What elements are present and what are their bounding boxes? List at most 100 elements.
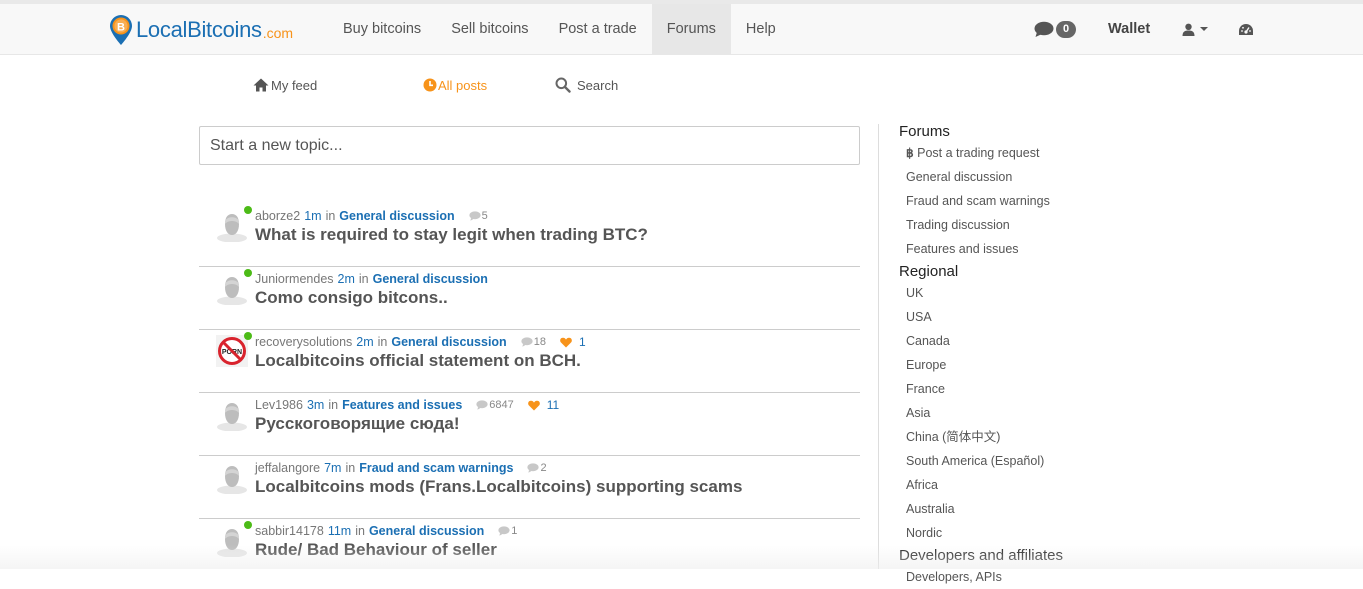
like-count-value: 11: [546, 398, 560, 412]
topic-author[interactable]: jeffalangore: [255, 461, 320, 475]
top-navbar: B LocalBitcoins .com Buy bitcoins Sell b…: [0, 4, 1363, 55]
avatar[interactable]: [216, 523, 248, 558]
sidebar-divider: [878, 124, 879, 569]
topic-author[interactable]: Juniormendes: [255, 272, 334, 286]
home-icon: [253, 78, 269, 92]
comment-icon: [476, 400, 488, 410]
brand-logo[interactable]: B LocalBitcoins .com: [108, 14, 293, 46]
comment-count-value: 2: [540, 462, 547, 474]
topic-time[interactable]: 3m: [307, 398, 324, 412]
topic-title[interactable]: Rude/ Bad Behaviour of seller: [255, 540, 497, 560]
sidebar-item-china[interactable]: China (简体中文): [899, 425, 1063, 449]
default-avatar-icon: [217, 403, 247, 432]
like-count[interactable]: 11: [527, 398, 560, 412]
dashboard-button[interactable]: [1238, 4, 1254, 54]
topic-title[interactable]: Русскоговорящие сюда!: [255, 414, 460, 434]
dashboard-icon: [1239, 23, 1253, 35]
topic-author[interactable]: recoverysolutions: [255, 335, 352, 349]
comment-icon: [498, 526, 510, 536]
avatar[interactable]: [216, 397, 248, 432]
tab-search[interactable]: Search: [555, 74, 618, 96]
topic-category[interactable]: General discussion: [391, 335, 506, 349]
sidebar-item-africa[interactable]: Africa: [899, 473, 1063, 497]
comment-count: 1: [498, 525, 517, 537]
topic-meta: sabbir14178 11m in General discussion 1: [255, 524, 517, 538]
default-avatar-icon: [217, 214, 247, 243]
tab-my-feed[interactable]: My feed: [253, 74, 317, 96]
chat-button[interactable]: 0: [1034, 4, 1076, 54]
sidebar-item-europe[interactable]: Europe: [899, 353, 1063, 377]
avatar[interactable]: [216, 271, 248, 306]
topic-time[interactable]: 11m: [328, 524, 351, 538]
topic-author[interactable]: Lev1986: [255, 398, 303, 412]
topic-row[interactable]: Juniormendes 2m in General discussion Como c…: [199, 266, 860, 329]
online-indicator: [244, 269, 252, 277]
nav-buy-bitcoins[interactable]: Buy bitcoins: [328, 4, 436, 54]
like-count[interactable]: 1: [560, 335, 586, 349]
topic-row[interactable]: Lev1986 3m in Features and issues 6847 11 Русс…: [199, 392, 860, 455]
heart-icon: [527, 400, 540, 410]
topic-author[interactable]: sabbir14178: [255, 524, 324, 538]
nav-post-a-trade[interactable]: Post a trade: [544, 4, 652, 54]
brand-suffix: .com: [262, 24, 294, 41]
new-topic-input[interactable]: [199, 126, 860, 165]
comment-count: 2: [527, 462, 547, 474]
topic-time[interactable]: 2m: [356, 335, 373, 349]
wallet-link[interactable]: Wallet: [1108, 4, 1150, 54]
sidebar-item-asia[interactable]: Asia: [899, 401, 1063, 425]
sidebar-item-general-discussion[interactable]: General discussion: [899, 165, 1063, 189]
topic-category[interactable]: General discussion: [369, 524, 484, 538]
comment-count-value: 18: [533, 336, 546, 348]
comment-count-value: 6847: [489, 399, 514, 411]
nav-help[interactable]: Help: [731, 4, 791, 54]
sidebar-item-australia[interactable]: Australia: [899, 497, 1063, 521]
topic-category[interactable]: General discussion: [339, 209, 454, 223]
caret-down-icon: [1200, 27, 1208, 31]
sidebar-item-label: Post a trading request: [917, 146, 1040, 160]
sidebar-item-post-a-trading-request[interactable]: ฿ Post a trading request: [899, 141, 1063, 165]
topic-in-label: in: [325, 209, 336, 223]
brand-name: LocalBitcoins: [136, 17, 262, 42]
topic-row[interactable]: jeffalangore 7m in Fraud and scam warnings 2…: [199, 455, 860, 518]
avatar[interactable]: [216, 208, 248, 243]
nav-forums[interactable]: Forums: [651, 4, 731, 54]
topic-in-label: in: [355, 524, 365, 538]
sidebar-item-nordic[interactable]: Nordic: [899, 521, 1063, 545]
topic-row[interactable]: PORN recoverysolutions 2m inGeneral discuss…: [199, 329, 860, 392]
sidebar-item-trading-discussion[interactable]: Trading discussion: [899, 213, 1063, 237]
sidebar-item-usa[interactable]: USA: [899, 305, 1063, 329]
nav-sell-bitcoins[interactable]: Sell bitcoins: [436, 4, 543, 54]
sidebar-item-south-america[interactable]: South America (Español): [899, 449, 1063, 473]
sidebar-item-fraud-and-scam-warnings[interactable]: Fraud and scam warnings: [899, 189, 1063, 213]
default-avatar-icon: [217, 277, 247, 306]
topic-category[interactable]: Fraud and scam warnings: [359, 461, 513, 475]
topic-title[interactable]: Como consigo bitcons..: [255, 288, 448, 308]
tab-my-feed-label: My feed: [271, 77, 318, 93]
bitcoin-pin-icon: B: [110, 15, 132, 45]
topic-title[interactable]: Localbitcoins official statement on BCH.: [255, 351, 581, 371]
topic-row[interactable]: aborze2 1m in General discussion 5 What is re…: [199, 203, 860, 266]
clock-icon: [423, 78, 437, 92]
avatar-no-porn-icon: PORN: [216, 335, 248, 367]
sidebar-item-uk[interactable]: UK: [899, 281, 1063, 305]
topic-title[interactable]: What is required to stay legit when trad…: [255, 225, 648, 245]
topic-meta: Lev1986 3m in Features and issues 6847 11: [255, 398, 559, 412]
topic-title[interactable]: Localbitcoins mods (Frans.Localbitcoins)…: [255, 477, 742, 497]
topic-row[interactable]: sabbir14178 11m in General discussion 1 Rude/…: [199, 518, 860, 581]
topic-category[interactable]: General discussion: [373, 272, 488, 286]
sidebar-developers-heading: Developers and affiliates: [899, 547, 1063, 564]
user-menu[interactable]: [1182, 4, 1209, 54]
forum-sidebar: Forums ฿ Post a trading request General …: [899, 122, 1063, 589]
avatar[interactable]: PORN: [216, 334, 248, 368]
topic-time[interactable]: 7m: [324, 461, 341, 475]
topic-in-label: in: [377, 335, 388, 349]
topic-category[interactable]: Features and issues: [342, 398, 462, 412]
sidebar-item-france[interactable]: France: [899, 377, 1063, 401]
topic-time[interactable]: 2m: [338, 272, 355, 286]
avatar[interactable]: [216, 460, 248, 495]
topic-author[interactable]: aborze2: [255, 209, 300, 223]
sidebar-item-features-and-issues[interactable]: Features and issues: [899, 237, 1063, 261]
sidebar-item-canada[interactable]: Canada: [899, 329, 1063, 353]
topic-time[interactable]: 1m: [304, 209, 321, 223]
tab-all-posts[interactable]: All posts: [423, 74, 487, 96]
